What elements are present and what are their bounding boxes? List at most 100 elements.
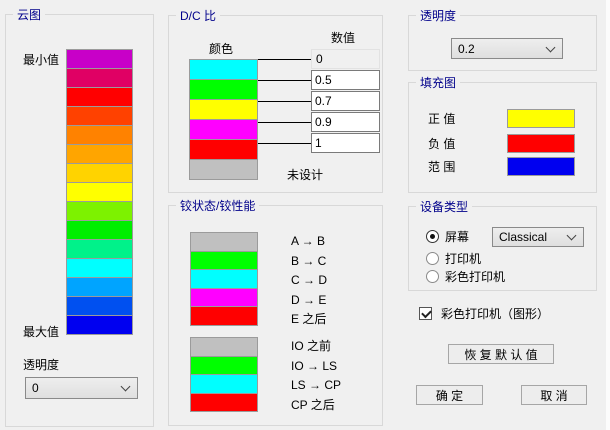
opacity-group: 透明度 0.2 xyxy=(408,15,597,71)
window-edge xyxy=(606,0,610,430)
hinge-state-label: D → E xyxy=(291,291,326,311)
fill-negative-swatch[interactable] xyxy=(507,134,575,153)
restore-defaults-button[interactable]: 恢 复 默 认 值 xyxy=(448,344,554,364)
dc-value-header: 数值 xyxy=(331,31,355,45)
cloud-color-segment[interactable] xyxy=(66,144,133,164)
cloud-map-group-title: 云图 xyxy=(13,6,45,23)
dc-color-scale xyxy=(189,59,258,180)
cloud-opacity-label: 透明度 xyxy=(23,358,59,372)
restore-defaults-label: 恢 复 默 认 值 xyxy=(464,346,537,363)
hinge-state-swatch[interactable] xyxy=(190,306,258,326)
connector-line xyxy=(258,101,311,102)
hinge-perf-label: IO → LS xyxy=(291,357,337,377)
dc-color-swatch[interactable] xyxy=(189,59,258,80)
hinge-perf-scale xyxy=(190,337,258,412)
radio-printer-label: 打印机 xyxy=(445,252,481,266)
cloud-min-label: 最小值 xyxy=(23,53,59,67)
cloud-color-segment[interactable] xyxy=(66,87,133,107)
radio-printer[interactable] xyxy=(426,252,439,265)
radio-color-printer[interactable] xyxy=(426,270,439,283)
hinge-perf-label: LS → CP xyxy=(291,376,341,396)
cloud-color-scale xyxy=(66,49,133,335)
cloud-map-group: 云图 最小值 最大值 透明度 0 xyxy=(5,14,154,427)
cloud-max-label: 最大值 xyxy=(23,325,59,339)
hinge-perf-label: CP 之后 xyxy=(291,396,335,416)
fill-range-label: 范 围 xyxy=(428,160,455,174)
cloud-color-segment[interactable] xyxy=(66,315,133,335)
hinge-state-swatch[interactable] xyxy=(190,251,258,271)
fill-positive-swatch[interactable] xyxy=(507,109,575,128)
cloud-color-segment[interactable] xyxy=(66,277,133,297)
dc-value-input-4[interactable] xyxy=(311,133,380,153)
dc-undesigned-label: 未设计 xyxy=(287,168,323,182)
hinge-state-scale xyxy=(190,232,258,326)
radio-screen-label: 屏幕 xyxy=(445,230,469,244)
hinge-perf-swatch[interactable] xyxy=(190,374,258,394)
hinge-state-label: E 之后 xyxy=(291,310,326,330)
fill-map-group-title: 填充图 xyxy=(416,74,460,91)
color-printer-graphics-checkbox[interactable] xyxy=(419,307,432,320)
radio-color-printer-label: 彩色打印机 xyxy=(445,270,505,284)
hinge-perf-swatch[interactable] xyxy=(190,337,258,357)
connector-line xyxy=(258,80,311,81)
hinge-group: 铰状态/铰性能 A → B B → C C → D D → E E 之后 IO … xyxy=(168,205,383,426)
dc-ratio-group: D/C 比 颜色 数值 0 未设计 xyxy=(168,15,383,193)
device-type-group: 设备类型 屏幕 Classical 打印机 彩色打印机 xyxy=(408,206,597,291)
hinge-group-title: 铰状态/铰性能 xyxy=(176,197,259,214)
cancel-button[interactable]: 取 消 xyxy=(521,385,587,405)
hinge-state-label: B → C xyxy=(291,252,326,272)
ok-label: 确 定 xyxy=(436,387,463,404)
hinge-state-label: A → B xyxy=(291,232,325,252)
hinge-state-swatch[interactable] xyxy=(190,288,258,308)
opacity-select[interactable]: 0.2 xyxy=(451,38,563,59)
screen-style-select[interactable]: Classical xyxy=(492,227,584,247)
dc-value-input-3[interactable] xyxy=(311,112,380,132)
dc-color-swatch[interactable] xyxy=(189,99,258,120)
chevron-down-icon xyxy=(546,42,556,52)
dc-boundary-value: 0 xyxy=(311,49,380,69)
cloud-opacity-value: 0 xyxy=(32,381,39,395)
dc-undesigned-swatch[interactable] xyxy=(189,159,258,180)
fill-negative-label: 负 值 xyxy=(428,137,455,151)
connector-line xyxy=(258,143,311,144)
cloud-color-segment[interactable] xyxy=(66,49,133,69)
cloud-color-segment[interactable] xyxy=(66,201,133,221)
dc-color-swatch[interactable] xyxy=(189,119,258,140)
cloud-color-segment[interactable] xyxy=(66,182,133,202)
dc-color-swatch[interactable] xyxy=(189,139,258,160)
dc-ratio-group-title: D/C 比 xyxy=(176,7,220,24)
check-icon xyxy=(421,308,432,319)
screen-style-value: Classical xyxy=(499,230,547,244)
dc-color-swatch[interactable] xyxy=(189,79,258,100)
cloud-color-segment[interactable] xyxy=(66,106,133,126)
dc-value-input-2[interactable] xyxy=(311,91,380,111)
cloud-color-segment[interactable] xyxy=(66,296,133,316)
hinge-state-swatch[interactable] xyxy=(190,269,258,289)
connector-line xyxy=(258,59,311,60)
connector-line xyxy=(258,122,311,123)
cloud-color-segment[interactable] xyxy=(66,68,133,88)
cancel-label: 取 消 xyxy=(540,387,567,404)
cloud-opacity-select[interactable]: 0 xyxy=(25,377,138,399)
hinge-perf-swatch[interactable] xyxy=(190,356,258,376)
cloud-color-segment[interactable] xyxy=(66,125,133,145)
opacity-value: 0.2 xyxy=(458,42,475,56)
hinge-perf-swatch[interactable] xyxy=(190,393,258,413)
hinge-state-label: C → D xyxy=(291,271,327,291)
hinge-state-swatch[interactable] xyxy=(190,232,258,252)
cloud-color-segment[interactable] xyxy=(66,220,133,240)
chevron-down-icon xyxy=(121,382,131,392)
display-options-dialog: 云图 最小值 最大值 透明度 0 D/C 比 颜色 xyxy=(0,0,610,430)
dc-value-input-1[interactable] xyxy=(311,70,380,90)
radio-screen[interactable] xyxy=(426,230,439,243)
ok-button[interactable]: 确 定 xyxy=(416,385,483,405)
hinge-perf-label: IO 之前 xyxy=(291,337,331,357)
fill-positive-label: 正 值 xyxy=(428,112,455,126)
cloud-color-segment[interactable] xyxy=(66,258,133,278)
device-type-group-title: 设备类型 xyxy=(416,198,472,215)
cloud-color-segment[interactable] xyxy=(66,239,133,259)
fill-range-swatch[interactable] xyxy=(507,157,575,176)
chevron-down-icon xyxy=(567,231,577,241)
color-printer-graphics-label: 彩色打印机（图形） xyxy=(441,307,549,321)
cloud-color-segment[interactable] xyxy=(66,163,133,183)
